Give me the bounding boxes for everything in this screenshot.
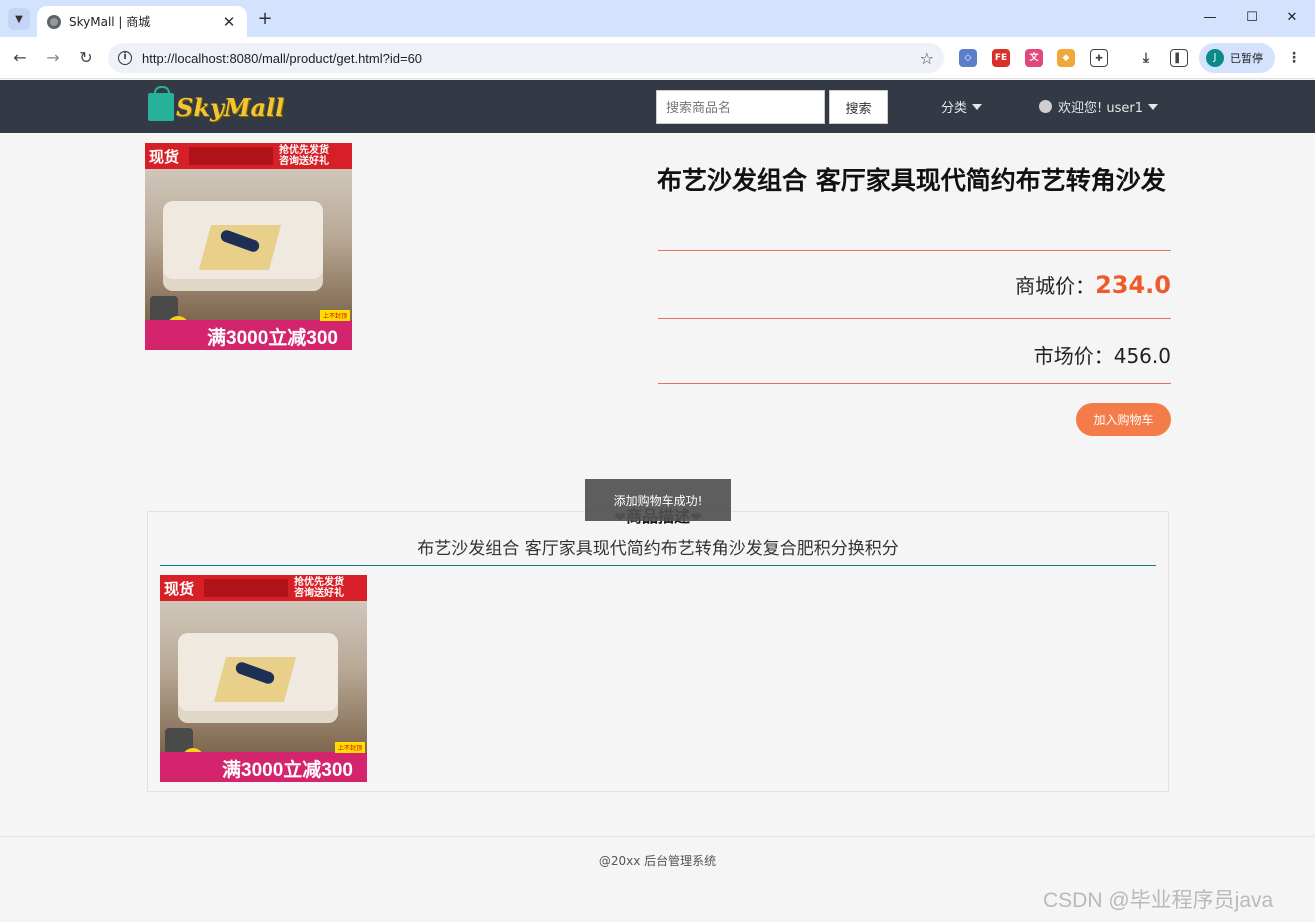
divider xyxy=(658,250,1171,251)
browser-tab[interactable]: SkyMall | 商城 ✕ xyxy=(37,6,247,37)
image-banner-text: 现货 xyxy=(164,580,195,598)
profile-button[interactable]: J 已暂停 xyxy=(1199,43,1275,73)
forward-arrow-icon[interactable]: → xyxy=(41,46,65,70)
chevron-down-icon: ▼ xyxy=(15,13,23,25)
extension-icon-fe[interactable]: FE xyxy=(992,49,1010,67)
divider xyxy=(160,565,1156,566)
description-panel: ❤商品描述❤ 布艺沙发组合 客厅家具现代简约布艺转角沙发复合肥积分换积分 现货 … xyxy=(147,507,1169,792)
market-price-label: 市场价： xyxy=(1033,344,1114,368)
site-navbar: SkyMall 搜索 分类 欢迎您! user1 xyxy=(0,80,1315,133)
shopping-bag-icon xyxy=(148,86,174,121)
extension-icon-1[interactable]: ◇ xyxy=(959,49,977,67)
search-input[interactable] xyxy=(656,90,825,124)
image-banner-text: 抢优先发货 xyxy=(294,577,344,588)
image-banner-text: 抢优先发货 xyxy=(279,145,329,156)
caret-down-icon xyxy=(1147,103,1158,110)
globe-icon xyxy=(47,14,61,29)
user-greeting: 欢迎您! user1 xyxy=(1058,101,1143,116)
mall-price-label: 商城价： xyxy=(1015,274,1096,298)
image-banner-text: 咨询送好礼 xyxy=(279,156,329,167)
profile-status: 已暂停 xyxy=(1230,52,1263,65)
image-tag-text: 上不封顶 xyxy=(334,742,365,753)
search-button[interactable]: 搜索 xyxy=(829,90,888,124)
maximize-button[interactable]: ☐ xyxy=(1232,6,1272,30)
download-icon[interactable]: ⤓ xyxy=(1137,49,1155,67)
user-icon xyxy=(1039,100,1052,113)
footer-divider xyxy=(0,836,1315,837)
divider xyxy=(658,318,1171,319)
caret-down-icon xyxy=(972,103,983,110)
new-tab-button[interactable]: + xyxy=(255,8,275,30)
tab-list-button[interactable]: ▼ xyxy=(8,8,30,30)
extension-icon-shield[interactable]: ◆ xyxy=(1057,49,1075,67)
browser-tab-bar: ▼ SkyMall | 商城 ✕ + — ☐ ✕ xyxy=(0,0,1315,37)
site-logo[interactable]: SkyMall xyxy=(148,86,285,126)
bookmark-star-icon[interactable]: ☆ xyxy=(920,49,934,68)
tab-title: SkyMall | 商城 xyxy=(69,15,151,29)
address-bar[interactable]: i http://localhost:8080/mall/product/get… xyxy=(108,43,944,73)
logo-text: SkyMall xyxy=(176,92,285,122)
footer-text: @20xx 后台管理系统 xyxy=(598,854,717,868)
description-image: 现货 抢优先发货 咨询送好礼 上不封顶 满3000立减300 xyxy=(160,575,367,782)
side-panel-icon[interactable]: ▌ xyxy=(1170,49,1188,67)
menu-dots-icon[interactable]: ⋮ xyxy=(1285,49,1303,67)
image-promo-text: 满3000立减300 xyxy=(207,328,338,349)
user-dropdown[interactable]: 欢迎您! user1 xyxy=(1039,97,1158,116)
description-text: 布艺沙发组合 客厅家具现代简约布艺转角沙发复合肥积分换积分 xyxy=(417,539,899,559)
product-title: 布艺沙发组合 客厅家具现代简约布艺转角沙发 xyxy=(657,166,1166,195)
image-banner-text: 现货 xyxy=(149,148,180,166)
extension-icon-translate[interactable]: 文 xyxy=(1025,49,1043,67)
close-icon[interactable]: ✕ xyxy=(221,13,237,31)
site-info-icon[interactable]: i xyxy=(118,51,132,65)
add-to-cart-button[interactable]: 加入购物车 xyxy=(1076,403,1171,436)
category-dropdown[interactable]: 分类 xyxy=(941,97,983,116)
minimize-button[interactable]: — xyxy=(1190,6,1230,30)
category-label: 分类 xyxy=(941,101,968,116)
url-text[interactable]: http://localhost:8080/mall/product/get.h… xyxy=(142,51,920,66)
toast-message: 添加购物车成功! xyxy=(585,479,731,521)
mall-price-row: 商城价：234.0 xyxy=(658,270,1171,299)
close-window-button[interactable]: ✕ xyxy=(1272,6,1312,30)
mall-price: 234.0 xyxy=(1095,271,1171,299)
watermark-text: CSDN @毕业程序员java xyxy=(1043,889,1274,912)
image-banner-text: 咨询送好礼 xyxy=(294,588,344,599)
image-promo-text: 满3000立减300 xyxy=(222,760,353,781)
reload-icon[interactable]: ↻ xyxy=(74,46,98,70)
image-tag-text: 上不封顶 xyxy=(319,310,350,321)
market-price-row: 市场价：456.0 xyxy=(658,340,1171,369)
avatar: J xyxy=(1206,49,1224,67)
extensions-puzzle-icon[interactable]: ✚ xyxy=(1090,49,1108,67)
market-price: 456.0 xyxy=(1113,344,1171,368)
product-main-image: 现货 抢优先发货 咨询送好礼 上不封顶 满3000立减300 xyxy=(145,143,352,350)
back-arrow-icon[interactable]: ← xyxy=(8,46,32,70)
browser-toolbar: ← → ↻ i http://localhost:8080/mall/produ… xyxy=(0,37,1315,79)
divider xyxy=(658,383,1171,384)
